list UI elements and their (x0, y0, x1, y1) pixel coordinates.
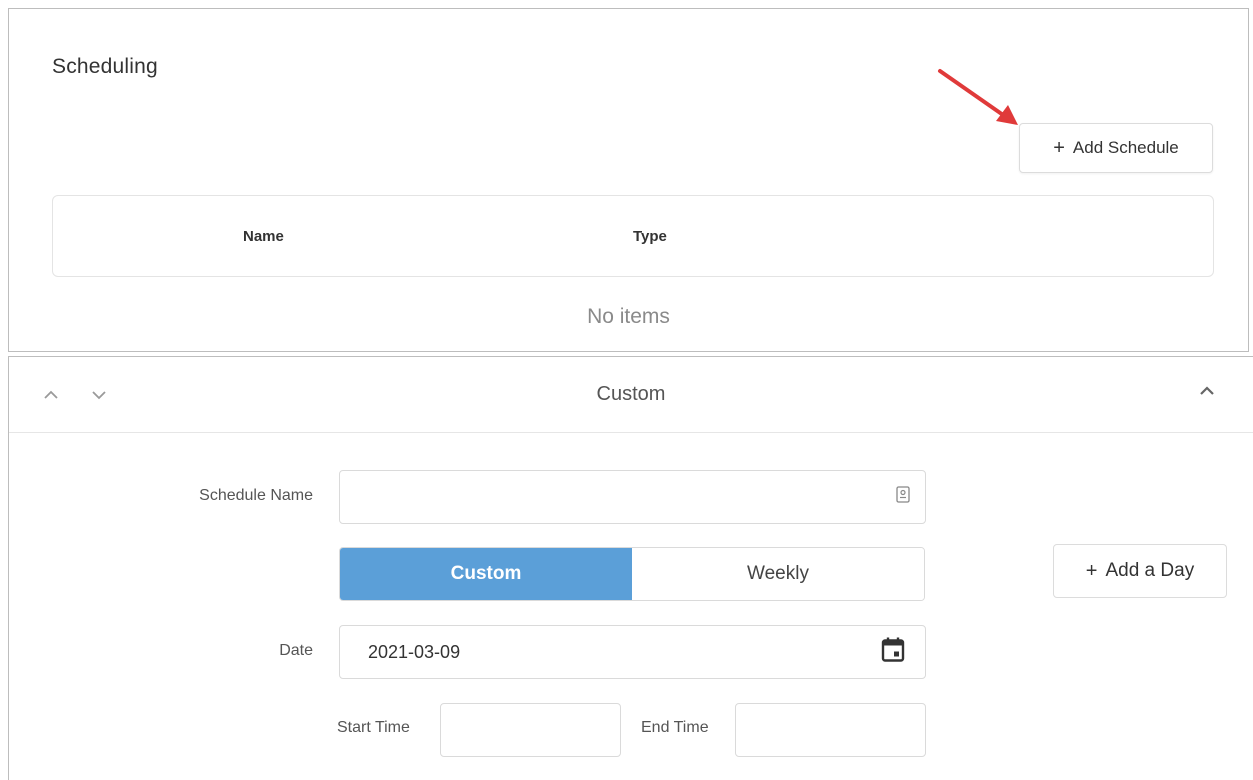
end-time-label: End Time (641, 719, 709, 736)
collapse-chevron-up-icon[interactable] (1197, 381, 1217, 401)
end-time-input[interactable] (736, 704, 925, 756)
empty-table-message: No items (587, 305, 670, 328)
toggle-option-weekly[interactable]: Weekly (632, 548, 924, 600)
add-schedule-button[interactable]: + Add Schedule (1019, 123, 1213, 173)
column-header-name[interactable]: Name (243, 228, 284, 245)
add-day-button[interactable]: + Add a Day (1053, 544, 1227, 598)
date-field[interactable] (339, 625, 926, 679)
schedule-name-label: Schedule Name (199, 487, 313, 504)
start-time-input[interactable] (441, 704, 620, 756)
scheduling-panel: Scheduling + Add Schedule Name Type No i… (8, 8, 1249, 352)
add-day-label: Add a Day (1105, 560, 1195, 581)
plus-icon: + (1085, 560, 1098, 582)
date-input[interactable] (340, 626, 925, 678)
column-header-type[interactable]: Type (633, 228, 667, 245)
schedule-name-input[interactable] (340, 471, 925, 523)
schedule-name-field[interactable] (339, 470, 926, 524)
plus-icon: + (1053, 137, 1065, 159)
start-time-label: Start Time (337, 719, 410, 736)
schedule-editor-panel: Custom Schedule Name Custom Weekly + Add… (8, 356, 1253, 780)
add-schedule-label: Add Schedule (1072, 138, 1179, 157)
end-time-field[interactable] (735, 703, 926, 757)
section-title: Scheduling (52, 55, 158, 78)
toggle-option-custom[interactable]: Custom (340, 548, 632, 600)
editor-title: Custom (596, 383, 666, 405)
annotation-arrow-icon (938, 69, 1018, 125)
schedule-table-header: Name Type (52, 195, 1214, 277)
editor-header[interactable]: Custom (9, 357, 1253, 433)
calendar-icon[interactable] (881, 637, 905, 668)
date-label: Date (279, 642, 313, 659)
start-time-field[interactable] (440, 703, 621, 757)
contact-card-icon[interactable] (895, 486, 911, 509)
schedule-type-toggle: Custom Weekly (339, 547, 925, 601)
